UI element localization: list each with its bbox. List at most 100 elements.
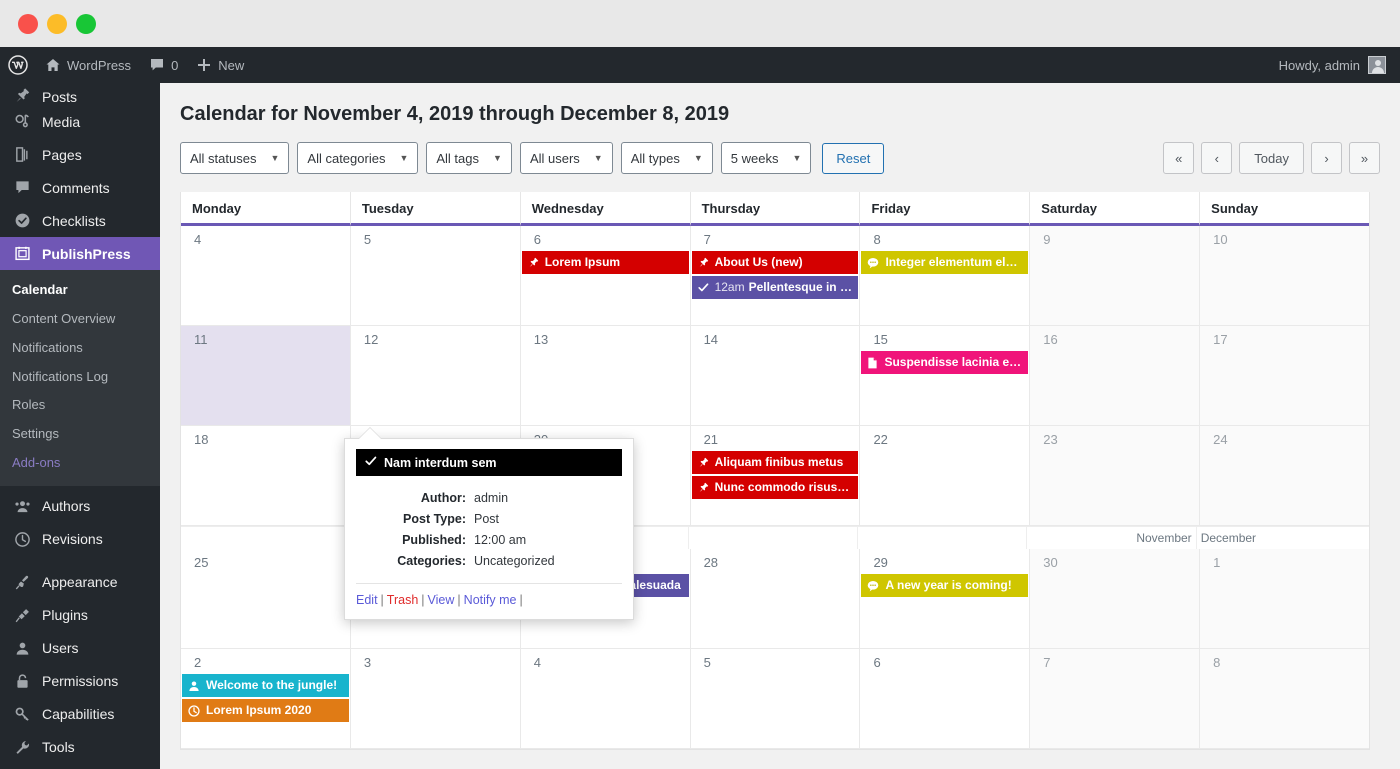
submenu-item-addons[interactable]: Add-ons: [0, 449, 160, 478]
submenu-item-notifications-log[interactable]: Notifications Log: [0, 363, 160, 392]
user-filter-select[interactable]: All users ▼: [519, 142, 613, 174]
new-content-button[interactable]: New: [187, 47, 253, 83]
calendar-item[interactable]: Suspendisse lacinia enim: [861, 351, 1029, 374]
account-menu[interactable]: Howdy, admin: [1279, 56, 1400, 74]
calendar-day-cell[interactable]: 6: [860, 649, 1031, 749]
sidebar-item-tools[interactable]: Tools: [0, 731, 160, 764]
sidebar-item-publishpress[interactable]: PublishPress: [0, 237, 160, 270]
calendar-item[interactable]: Integer elementum elei...: [861, 251, 1029, 274]
calendar-day-cell[interactable]: 21 Aliquam finibus metus Nunc commodo risu…: [690, 426, 861, 526]
calendar-day-cell[interactable]: 24: [1200, 426, 1370, 526]
status-filter-select[interactable]: All statuses ▼: [180, 142, 290, 174]
submenu-item-calendar[interactable]: Calendar: [0, 276, 160, 305]
sidebar-item-checklists[interactable]: Checklists: [0, 204, 160, 237]
calendar-day-cell[interactable]: 12: [350, 326, 521, 426]
page-icon: [867, 357, 878, 369]
check-circle-icon: [12, 212, 32, 229]
sidebar-item-permissions[interactable]: Permissions: [0, 665, 160, 698]
close-button[interactable]: [18, 13, 38, 34]
tooltip-row-published: Published: 12:00 am: [356, 533, 622, 547]
sidebar-item-media[interactable]: Media: [0, 105, 160, 138]
calendar-item[interactable]: Lorem Ipsum 2020: [182, 699, 349, 722]
calendar-day-cell[interactable]: 8 Integer elementum elei...: [860, 226, 1031, 326]
nav-today-button[interactable]: Today: [1239, 142, 1304, 174]
calendar-item[interactable]: Aliquam finibus metus: [691, 451, 859, 474]
calendar-day-cell[interactable]: 7 About Us (new) 12am Pellentesque in a...: [690, 226, 861, 326]
sidebar-item-authors[interactable]: Authors: [0, 490, 160, 523]
calendar-item[interactable]: Lorem Ipsum: [521, 251, 689, 274]
type-filter-select[interactable]: All types ▼: [620, 142, 713, 174]
tooltip-actions: Edit | Trash | View | Notify me |: [356, 593, 523, 607]
calendar-day-cell[interactable]: 1: [1200, 549, 1370, 649]
nav-last-button[interactable]: »: [1349, 142, 1380, 174]
calendar-item-title: Lorem Ipsum 2020: [206, 703, 312, 717]
day-number: 5: [703, 655, 711, 670]
tooltip-trash-link[interactable]: Trash: [387, 593, 419, 607]
calendar-item[interactable]: A new year is coming!: [861, 574, 1029, 597]
submenu-item-content-overview[interactable]: Content Overview: [0, 305, 160, 334]
calendar-day-cell[interactable]: 2 Welcome to the jungle! Lorem Ipsum 2020: [181, 649, 351, 749]
submenu-item-settings[interactable]: Settings: [0, 420, 160, 449]
calendar-day-cell[interactable]: 6 Lorem Ipsum: [520, 226, 691, 326]
sidebar-item-plugins[interactable]: Plugins: [0, 599, 160, 632]
nav-prev-button[interactable]: ‹: [1201, 142, 1233, 174]
month-label-empty: [688, 527, 859, 549]
zoom-button[interactable]: [76, 13, 96, 34]
calendar-day-cell[interactable]: 30: [1030, 549, 1201, 649]
calendar-day-cell[interactable]: 11: [181, 326, 351, 426]
site-name-button[interactable]: WordPress: [36, 47, 140, 83]
calendar-day-cell[interactable]: 5: [690, 649, 861, 749]
calendar-day-cell[interactable]: 28: [690, 549, 861, 649]
tooltip-edit-link[interactable]: Edit: [356, 593, 378, 607]
calendar-day-cell[interactable]: 29 A new year is coming!: [860, 549, 1031, 649]
calendar-day-cell[interactable]: 17: [1200, 326, 1370, 426]
wordpress-logo-button[interactable]: [0, 47, 36, 83]
nav-next-button[interactable]: ›: [1311, 142, 1342, 174]
sidebar-item-comments[interactable]: Comments: [0, 171, 160, 204]
calendar-day-cell[interactable]: 4: [520, 649, 691, 749]
tooltip-notify-link[interactable]: Notify me: [464, 593, 517, 607]
calendar-day-cell[interactable]: 4: [181, 226, 351, 326]
calendar-day-cell[interactable]: 18: [181, 426, 351, 526]
calendar-day-cell[interactable]: 9: [1030, 226, 1201, 326]
calendar-day-cell[interactable]: 10: [1200, 226, 1370, 326]
calendar-item[interactable]: Welcome to the jungle!: [182, 674, 349, 697]
window-chrome: [0, 0, 1400, 47]
category-filter-select[interactable]: All categories ▼: [297, 142, 419, 174]
range-filter-select[interactable]: 5 weeks ▼: [720, 142, 812, 174]
calendar-day-cell[interactable]: 14: [690, 326, 861, 426]
calendar-day-cell[interactable]: 25: [181, 549, 351, 649]
publishpress-submenu: Calendar Content Overview Notifications …: [0, 270, 160, 486]
submenu-item-roles[interactable]: Roles: [0, 391, 160, 420]
reset-button[interactable]: Reset: [822, 142, 885, 174]
calendar-day-cell[interactable]: 5: [350, 226, 521, 326]
calendar-day-cell[interactable]: 23: [1030, 426, 1201, 526]
sidebar-item-capabilities[interactable]: Capabilities: [0, 698, 160, 731]
submenu-item-notifications[interactable]: Notifications: [0, 334, 160, 363]
calendar-day-cell[interactable]: 22: [860, 426, 1031, 526]
calendar-item-title: Suspendisse lacinia enim: [884, 355, 1023, 369]
sidebar-item-revisions[interactable]: Revisions: [0, 523, 160, 556]
calendar-day-cell[interactable]: 16: [1030, 326, 1201, 426]
sidebar-item-appearance[interactable]: Appearance: [0, 566, 160, 599]
minimize-button[interactable]: [47, 13, 67, 34]
calendar-item[interactable]: 12am Pellentesque in a...: [691, 276, 859, 299]
calendar-day-cell[interactable]: 8: [1200, 649, 1370, 749]
calendar-day-cell[interactable]: 3: [350, 649, 521, 749]
pin-icon: [698, 457, 709, 468]
calendar-day-cell[interactable]: 13: [520, 326, 691, 426]
comments-bubble-button[interactable]: 0: [140, 47, 187, 83]
calendar-item[interactable]: About Us (new): [691, 251, 859, 274]
admin-sidebar: Posts Media Pages Comments Checklists Pu…: [0, 83, 160, 769]
calendar-day-cell[interactable]: 15 Suspendisse lacinia enim: [860, 326, 1031, 426]
tooltip-view-link[interactable]: View: [428, 593, 455, 607]
sidebar-item-pages[interactable]: Pages: [0, 138, 160, 171]
sidebar-item-users[interactable]: Users: [0, 632, 160, 665]
tag-filter-select[interactable]: All tags ▼: [426, 142, 512, 174]
calendar-item[interactable]: Nunc commodo risus c...: [691, 476, 859, 499]
day-number: 30: [1043, 555, 1058, 570]
nav-first-button[interactable]: «: [1163, 142, 1195, 174]
sidebar-item-posts[interactable]: Posts: [0, 83, 160, 105]
sidebar-item-settings[interactable]: Settings: [0, 764, 160, 769]
calendar-day-cell[interactable]: 7: [1030, 649, 1201, 749]
